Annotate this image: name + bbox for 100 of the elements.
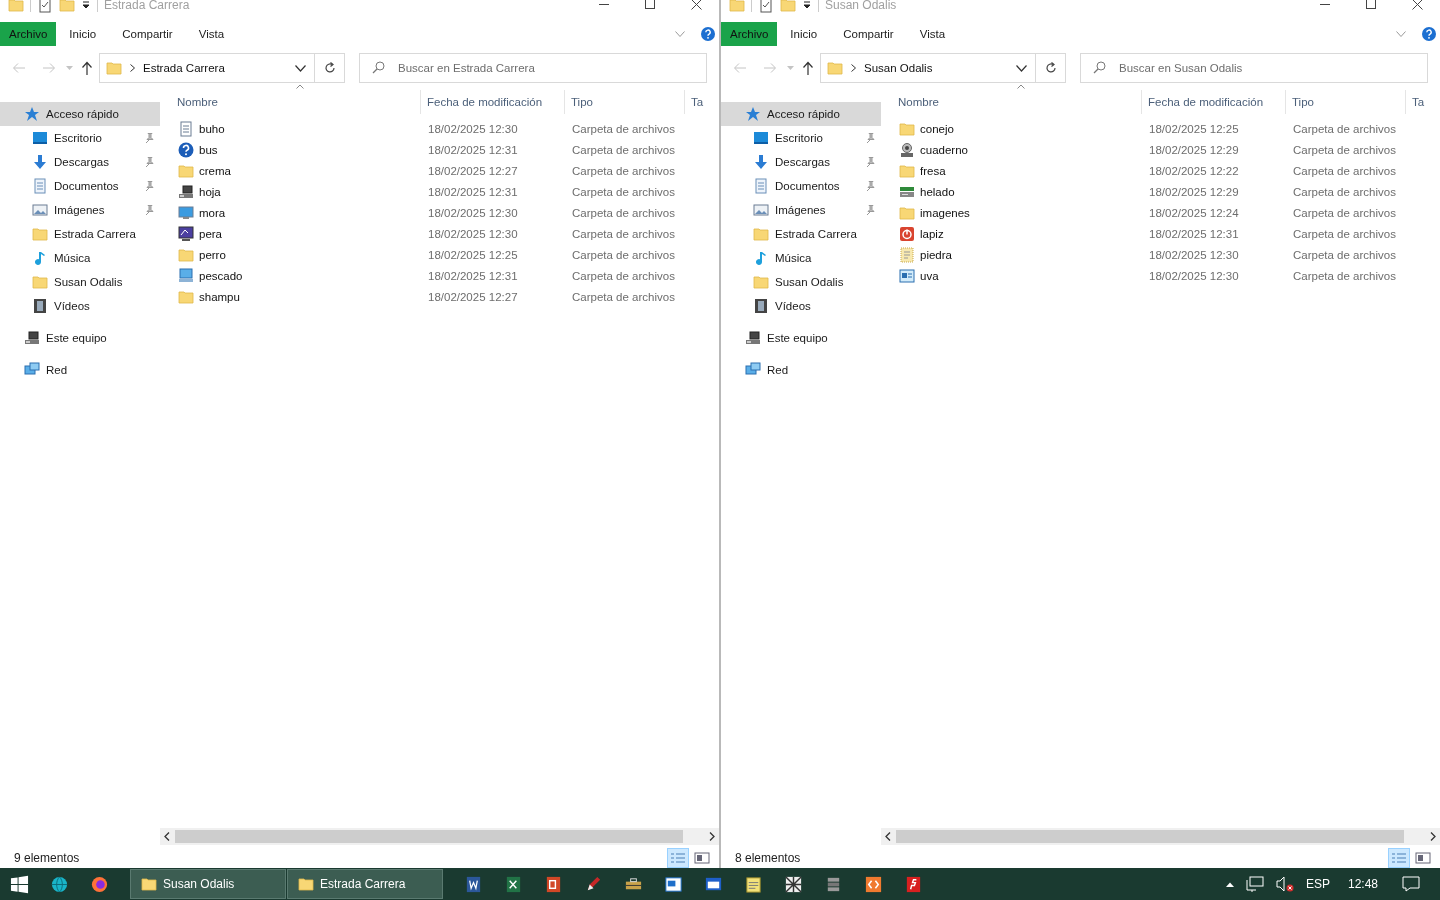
chevron-down-icon[interactable] bbox=[1016, 64, 1027, 72]
ribbon-tab[interactable]: Inicio bbox=[56, 22, 110, 46]
network-icon[interactable] bbox=[1245, 876, 1264, 892]
nav-item[interactable]: Escritorio bbox=[0, 126, 160, 150]
up-arrow-icon[interactable] bbox=[81, 61, 93, 75]
nav-item[interactable]: Acceso rápido bbox=[721, 102, 881, 126]
nav-item[interactable]: Vídeos bbox=[721, 294, 881, 318]
maximize-icon[interactable] bbox=[1366, 0, 1376, 9]
file-name[interactable]: conejo bbox=[920, 122, 954, 135]
nav-item[interactable]: Susan Odalis bbox=[721, 270, 881, 294]
ribbon-tab[interactable]: Vista bbox=[185, 22, 238, 46]
chevron-right-icon[interactable] bbox=[130, 64, 135, 72]
column-header[interactable]: Fecha de modificación bbox=[1141, 90, 1285, 114]
file-name[interactable]: crema bbox=[199, 164, 231, 177]
horizontal-scrollbar[interactable] bbox=[160, 828, 719, 845]
nav-item[interactable]: Estrada Carrera bbox=[0, 222, 160, 246]
nav-item[interactable]: Susan Odalis bbox=[0, 270, 160, 294]
file-name[interactable]: shampu bbox=[199, 290, 240, 303]
app-icon[interactable] bbox=[904, 874, 923, 894]
file-name[interactable]: hoja bbox=[199, 185, 221, 198]
clock[interactable]: 12:48 bbox=[1347, 877, 1378, 891]
nav-item[interactable]: Imágenes bbox=[721, 198, 881, 222]
globe-icon[interactable] bbox=[50, 874, 69, 894]
nav-item[interactable]: Documentos bbox=[721, 174, 881, 198]
chevron-right-icon[interactable] bbox=[851, 64, 856, 72]
file-name[interactable]: helado bbox=[920, 185, 955, 198]
address-bar[interactable]: Susan Odalis bbox=[820, 53, 1036, 83]
refresh-button[interactable] bbox=[1036, 53, 1066, 83]
column-header[interactable]: Ta bbox=[684, 90, 708, 114]
file-name[interactable]: piedra bbox=[920, 248, 952, 261]
ribbon-tab[interactable]: Inicio bbox=[777, 22, 831, 46]
ribbon-tab[interactable]: Vista bbox=[906, 22, 959, 46]
language-indicator[interactable]: ESP bbox=[1305, 877, 1330, 891]
nav-item[interactable]: Estrada Carrera bbox=[721, 222, 881, 246]
file-menu-button[interactable]: Archivo bbox=[721, 22, 778, 46]
help-icon[interactable] bbox=[1422, 27, 1436, 41]
file-name[interactable]: buho bbox=[199, 122, 225, 135]
column-header[interactable]: Ta bbox=[1405, 90, 1429, 114]
file-name[interactable]: bus bbox=[199, 143, 218, 156]
nav-item[interactable]: Red bbox=[721, 358, 881, 382]
horizontal-scrollbar[interactable] bbox=[881, 828, 1440, 845]
close-icon[interactable] bbox=[1412, 0, 1423, 10]
nav-item[interactable]: Este equipo bbox=[721, 326, 881, 350]
file-name[interactable]: cuaderno bbox=[920, 143, 968, 156]
breadcrumb-item[interactable]: Estrada Carrera bbox=[143, 62, 225, 74]
presentation-icon[interactable] bbox=[544, 874, 563, 894]
file-name[interactable]: pescado bbox=[199, 269, 243, 282]
notepad-icon[interactable] bbox=[744, 874, 763, 894]
scroll-right-icon[interactable] bbox=[1430, 832, 1436, 841]
nav-item[interactable]: Red bbox=[0, 358, 160, 382]
column-header[interactable]: Tipo bbox=[1285, 90, 1405, 114]
file-name[interactable]: imagenes bbox=[920, 206, 970, 219]
nav-item[interactable]: Este equipo bbox=[0, 326, 160, 350]
address-bar[interactable]: Estrada Carrera bbox=[99, 53, 315, 83]
notification-icon[interactable] bbox=[1402, 876, 1420, 892]
nav-item[interactable]: Imágenes bbox=[0, 198, 160, 222]
file-name[interactable]: perro bbox=[199, 248, 226, 261]
scroll-right-icon[interactable] bbox=[709, 832, 715, 841]
refresh-button[interactable] bbox=[315, 53, 345, 83]
taskbar-window-button[interactable]: Susan Odalis bbox=[130, 869, 286, 899]
search-field[interactable]: Buscar en Estrada Carrera bbox=[359, 53, 707, 83]
file-name[interactable]: lapiz bbox=[920, 227, 944, 240]
maximize-icon[interactable] bbox=[645, 0, 655, 9]
taskbar-window-button[interactable]: Estrada Carrera bbox=[287, 869, 443, 899]
ribbon-tab[interactable]: Compartir bbox=[830, 22, 907, 46]
file-name[interactable]: pera bbox=[199, 227, 223, 240]
close-icon[interactable] bbox=[691, 0, 702, 10]
nav-item[interactable]: Música bbox=[0, 246, 160, 270]
column-header[interactable]: Tipo bbox=[564, 90, 684, 114]
column-header[interactable]: Nombre bbox=[881, 90, 1141, 114]
chevron-down-icon[interactable] bbox=[295, 64, 306, 72]
nav-item[interactable]: Escritorio bbox=[721, 126, 881, 150]
windows-logo-icon[interactable] bbox=[10, 874, 29, 894]
nav-item[interactable]: Acceso rápido bbox=[0, 102, 160, 126]
search-field[interactable]: Buscar en Susan Odalis bbox=[1080, 53, 1428, 83]
caret-up-icon[interactable] bbox=[1225, 881, 1234, 887]
up-arrow-icon[interactable] bbox=[802, 61, 814, 75]
properties-icon[interactable] bbox=[37, 0, 53, 13]
spreadsheet-icon[interactable] bbox=[504, 874, 523, 894]
column-header[interactable]: Nombre bbox=[160, 90, 420, 114]
nav-item[interactable]: Documentos bbox=[0, 174, 160, 198]
nav-item[interactable]: Música bbox=[721, 246, 881, 270]
bracket-icon[interactable] bbox=[864, 874, 883, 894]
browser-icon[interactable] bbox=[90, 874, 109, 894]
help-icon[interactable] bbox=[701, 27, 715, 41]
nav-item[interactable]: Descargas bbox=[0, 150, 160, 174]
file-menu-button[interactable]: Archivo bbox=[0, 22, 57, 46]
scroll-left-icon[interactable] bbox=[885, 832, 891, 841]
grid-icon[interactable] bbox=[784, 874, 803, 894]
column-header[interactable]: Fecha de modificación bbox=[420, 90, 564, 114]
muted-speaker-icon[interactable] bbox=[1275, 876, 1294, 892]
file-name[interactable]: fresa bbox=[920, 164, 946, 177]
properties-icon[interactable] bbox=[758, 0, 774, 13]
nav-item[interactable]: Vídeos bbox=[0, 294, 160, 318]
app-window-icon[interactable] bbox=[664, 874, 683, 894]
nav-item[interactable]: Descargas bbox=[721, 150, 881, 174]
file-name[interactable]: uva bbox=[920, 269, 939, 282]
document-app-icon[interactable] bbox=[464, 874, 483, 894]
ribbon-tab[interactable]: Compartir bbox=[109, 22, 186, 46]
breadcrumb-item[interactable]: Susan Odalis bbox=[864, 62, 933, 74]
